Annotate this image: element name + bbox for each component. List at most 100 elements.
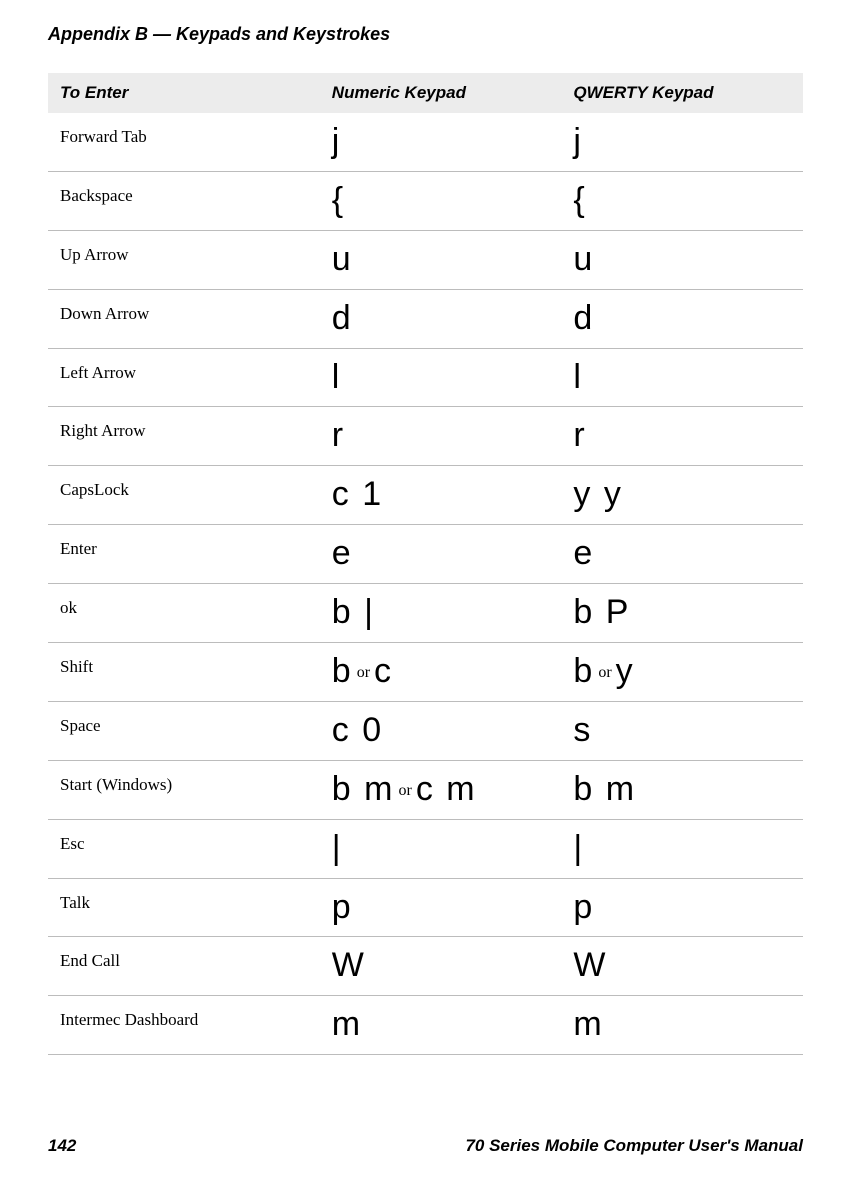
key-glyph: { (332, 181, 345, 219)
key-glyph: m (573, 1005, 603, 1043)
row-label: End Call (48, 937, 320, 996)
table-row: End Call W W (48, 937, 803, 996)
row-label: CapsLock (48, 466, 320, 525)
key-glyph: W (332, 946, 366, 984)
key-glyph: d (332, 299, 353, 337)
page: Appendix B — Keypads and Keystrokes To E… (0, 0, 851, 1178)
qwerty-cell: j (561, 113, 803, 171)
table-row: Right Arrow r r (48, 407, 803, 466)
qwerty-cell: s (561, 701, 803, 760)
table-row: okb |b P (48, 584, 803, 643)
header-to-enter: To Enter (48, 73, 320, 113)
table-row: Shiftborcbory (48, 643, 803, 702)
numeric-cell: c 1 (320, 466, 562, 525)
numeric-cell: m (320, 996, 562, 1055)
qwerty-cell: m (561, 996, 803, 1055)
key-glyph: W (573, 946, 607, 984)
table-row: Esc | | (48, 819, 803, 878)
key-glyph: c (416, 770, 435, 808)
key-glyph: m (446, 770, 476, 808)
numeric-cell: r (320, 407, 562, 466)
table-row: Left Arrowll (48, 348, 803, 407)
qwerty-cell: y y (561, 466, 803, 525)
key-glyph: m (606, 770, 636, 808)
key-glyph: r (332, 416, 345, 454)
numeric-cell: u (320, 230, 562, 289)
key-glyph: b (332, 770, 353, 808)
key-glyph: e (573, 534, 594, 572)
or-label: or (353, 664, 374, 681)
key-glyph: { (573, 181, 586, 219)
row-label: Forward Tab (48, 113, 320, 171)
table-row: Spacec 0 s (48, 701, 803, 760)
numeric-cell: j (320, 113, 562, 171)
table-row: Forward Tab j j (48, 113, 803, 171)
qwerty-cell: { (561, 171, 803, 230)
row-label: Enter (48, 525, 320, 584)
key-glyph: r (573, 416, 586, 454)
row-label: Backspace (48, 171, 320, 230)
key-glyph: y (573, 475, 592, 513)
table-row: Start (Windows)b morc mb m (48, 760, 803, 819)
numeric-cell: { (320, 171, 562, 230)
qwerty-cell: l (561, 348, 803, 407)
row-label: ok (48, 584, 320, 643)
key-glyph: y (616, 652, 635, 690)
header-qwerty-keypad: QWERTY Keypad (561, 73, 803, 113)
table-row: Talkpp (48, 878, 803, 937)
row-label: Start (Windows) (48, 760, 320, 819)
numeric-cell: c 0 (320, 701, 562, 760)
row-label: Intermec Dashboard (48, 996, 320, 1055)
key-glyph: p (573, 888, 594, 926)
qwerty-cell: u (561, 230, 803, 289)
key-glyph: e (332, 534, 353, 572)
numeric-cell: b morc m (320, 760, 562, 819)
row-label: Left Arrow (48, 348, 320, 407)
row-label: Down Arrow (48, 289, 320, 348)
numeric-cell: p (320, 878, 562, 937)
row-label: Talk (48, 878, 320, 937)
key-glyph: b (573, 770, 594, 808)
qwerty-cell: p (561, 878, 803, 937)
page-number: 142 (48, 1136, 76, 1156)
table-row: Backspace { { (48, 171, 803, 230)
key-glyph: j (332, 122, 342, 160)
numeric-cell: l (320, 348, 562, 407)
or-label: or (594, 664, 615, 681)
key-glyph: | (332, 829, 343, 867)
key-glyph: b (573, 652, 594, 690)
row-label: Up Arrow (48, 230, 320, 289)
numeric-cell: | (320, 819, 562, 878)
qwerty-cell: bory (561, 643, 803, 702)
key-glyph: P (606, 593, 631, 631)
key-glyph: j (573, 122, 583, 160)
key-glyph: b (332, 593, 353, 631)
manual-title: 70 Series Mobile Computer User's Manual (465, 1136, 803, 1156)
key-glyph: m (364, 770, 394, 808)
qwerty-cell: b P (561, 584, 803, 643)
key-glyph: c (332, 711, 351, 749)
key-glyph: b (573, 593, 594, 631)
numeric-cell: W (320, 937, 562, 996)
qwerty-cell: W (561, 937, 803, 996)
row-label: Esc (48, 819, 320, 878)
key-glyph: b (332, 652, 353, 690)
row-label: Right Arrow (48, 407, 320, 466)
table-row: Down Arrowdd (48, 289, 803, 348)
keystroke-table: To Enter Numeric Keypad QWERTY Keypad Fo… (48, 73, 803, 1055)
appendix-title: Appendix B — Keypads and Keystrokes (48, 24, 803, 45)
key-glyph: y (604, 475, 623, 513)
table-row: Intermec Dashboardmm (48, 996, 803, 1055)
key-glyph: c (332, 475, 351, 513)
key-glyph: u (332, 240, 353, 278)
key-glyph: s (573, 711, 592, 749)
key-glyph: u (573, 240, 594, 278)
row-label: Space (48, 701, 320, 760)
key-glyph: 1 (362, 475, 383, 513)
table-header-row: To Enter Numeric Keypad QWERTY Keypad (48, 73, 803, 113)
numeric-cell: b | (320, 584, 562, 643)
page-footer: 142 70 Series Mobile Computer User's Man… (48, 1136, 803, 1156)
qwerty-cell: | (561, 819, 803, 878)
key-glyph: | (573, 829, 584, 867)
header-numeric-keypad: Numeric Keypad (320, 73, 562, 113)
